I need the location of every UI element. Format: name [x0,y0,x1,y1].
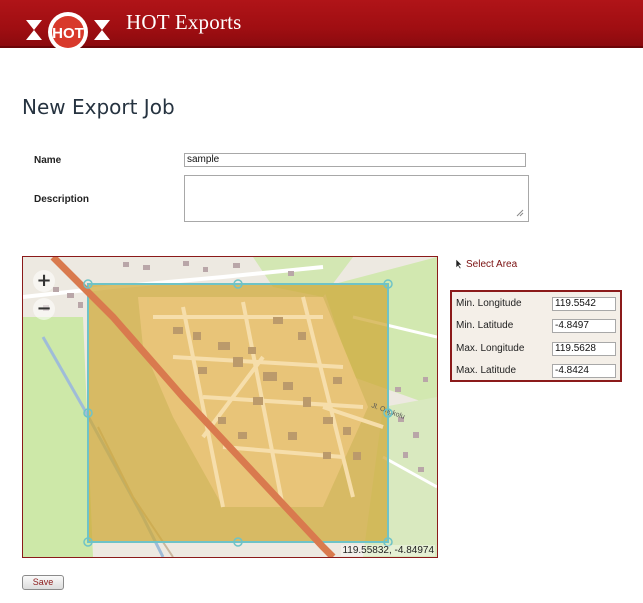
logo-text: HOT [52,25,84,42]
max-latitude-input[interactable]: -4.8424 [552,364,616,378]
description-label: Description [34,194,90,205]
map-viewport[interactable]: Jl. Ongkolu + − 119.55832, -4.84974 [22,256,438,558]
cursor-arrow-icon [455,257,463,269]
bounding-box-panel: Min. Longitude 119.5542 Min. Latitude -4… [450,290,622,382]
max-longitude-input[interactable]: 119.5628 [552,342,616,356]
name-input[interactable]: sample [184,153,526,167]
select-area-tool[interactable]: Select Area [455,257,518,270]
min-longitude-input[interactable]: 119.5542 [552,297,616,311]
max-latitude-row: Max. Latitude -4.8424 [456,364,616,378]
zoom-out-button[interactable]: − [33,298,55,320]
app-header: HOT HOT Exports [0,0,643,52]
min-longitude-label: Min. Longitude [456,298,522,309]
min-longitude-row: Min. Longitude 119.5542 [456,297,616,311]
app-title[interactable]: HOT Exports [126,10,242,35]
max-longitude-label: Max. Longitude [456,343,525,354]
min-latitude-row: Min. Latitude -4.8497 [456,319,616,333]
zoom-in-button[interactable]: + [33,270,55,292]
name-label: Name [34,155,62,166]
page-title: New Export Job [22,95,175,119]
min-latitude-label: Min. Latitude [456,320,514,331]
hot-logo[interactable]: HOT [26,6,110,54]
hot-logo-icon: HOT [26,12,110,52]
description-input[interactable] [184,175,529,222]
max-latitude-label: Max. Latitude [456,365,517,376]
map-tiles: Jl. Ongkolu [23,257,437,557]
select-area-label: Select Area [466,259,518,270]
save-button[interactable]: Save [22,575,64,590]
min-latitude-input[interactable]: -4.8497 [552,319,616,333]
max-longitude-row: Max. Longitude 119.5628 [456,342,616,356]
resize-grip-icon[interactable] [516,209,524,217]
pointer-coordinates: 119.55832, -4.84974 [341,545,435,556]
